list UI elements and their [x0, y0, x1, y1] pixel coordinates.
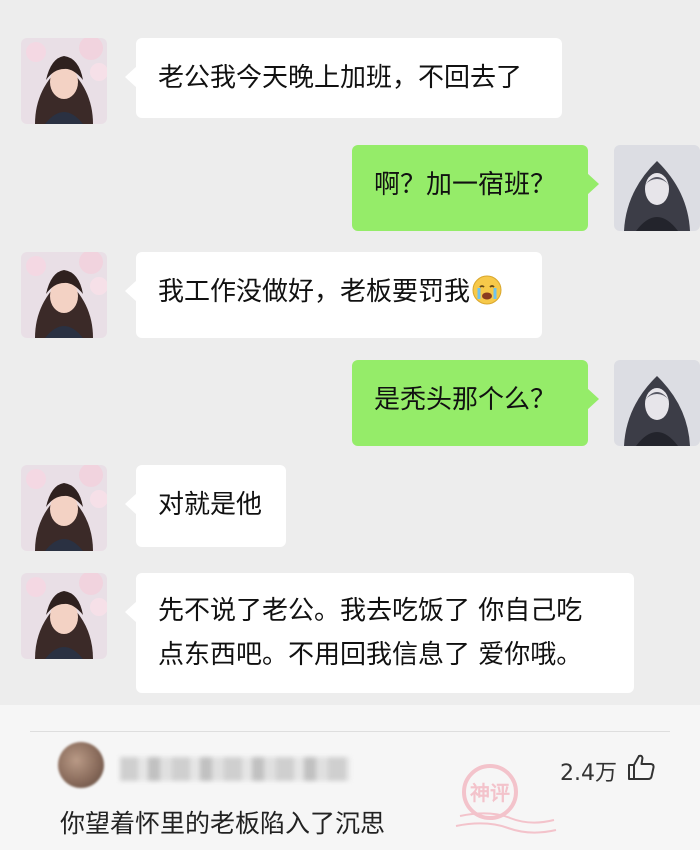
- crying-face-icon: [472, 275, 502, 305]
- thumbs-up-icon[interactable]: [626, 752, 656, 782]
- stamp-icon: 神评: [455, 764, 557, 834]
- message-bubble[interactable]: 是秃头那个么？: [352, 360, 599, 446]
- her-avatar[interactable]: [21, 252, 107, 338]
- message-bubble[interactable]: 先不说了老公。我去吃饭了 你自己吃 点东西吧。不用回我信息了 爱你哦。: [125, 573, 634, 693]
- message-bubble[interactable]: 啊？加一宿班？: [352, 145, 599, 231]
- hooded-figure-icon: [614, 145, 700, 231]
- chat-area: 老公我今天晚上加班，不回去了 啊？加一宿班？ 我工作没做好，老板要罚我 是秃头那…: [0, 0, 700, 705]
- comment-text: 你望着怀里的老板陷入了沉思: [60, 809, 386, 838]
- her-avatar[interactable]: [21, 38, 107, 124]
- message-text: 啊？加一宿班？: [374, 170, 557, 200]
- message-text: 是秃头那个么？: [374, 385, 557, 415]
- divider: [30, 731, 670, 732]
- message-text-line: 先不说了老公。我去吃饭了 你自己吃: [158, 596, 583, 626]
- stamp-text: 神评: [470, 781, 510, 805]
- comment-panel: 神评 2.4万 你望着怀里的老板陷入了沉思: [0, 705, 700, 850]
- blurred-username[interactable]: [120, 757, 350, 781]
- her-avatar[interactable]: [21, 465, 107, 551]
- message-bubble[interactable]: 我工作没做好，老板要罚我: [125, 252, 542, 338]
- like-count: 2.4万: [560, 761, 617, 786]
- hooded-figure-icon: [614, 360, 700, 446]
- message-text: 我工作没做好，老板要罚我: [158, 277, 471, 307]
- my-avatar[interactable]: [614, 360, 700, 446]
- message-text: 老公我今天晚上加班，不回去了: [158, 63, 523, 93]
- message-text-line: 点东西吧。不用回我信息了 爱你哦。: [158, 640, 583, 670]
- girl-portrait-icon: [21, 465, 107, 551]
- blurred-avatar[interactable]: [58, 742, 104, 788]
- message-bubble[interactable]: 对就是他: [125, 465, 286, 547]
- my-avatar[interactable]: [614, 145, 700, 231]
- girl-portrait-icon: [21, 573, 107, 659]
- message-text: 对就是他: [158, 490, 263, 520]
- her-avatar[interactable]: [21, 573, 107, 659]
- girl-portrait-icon: [21, 38, 107, 124]
- message-bubble[interactable]: 老公我今天晚上加班，不回去了: [125, 38, 562, 118]
- girl-portrait-icon: [21, 252, 107, 338]
